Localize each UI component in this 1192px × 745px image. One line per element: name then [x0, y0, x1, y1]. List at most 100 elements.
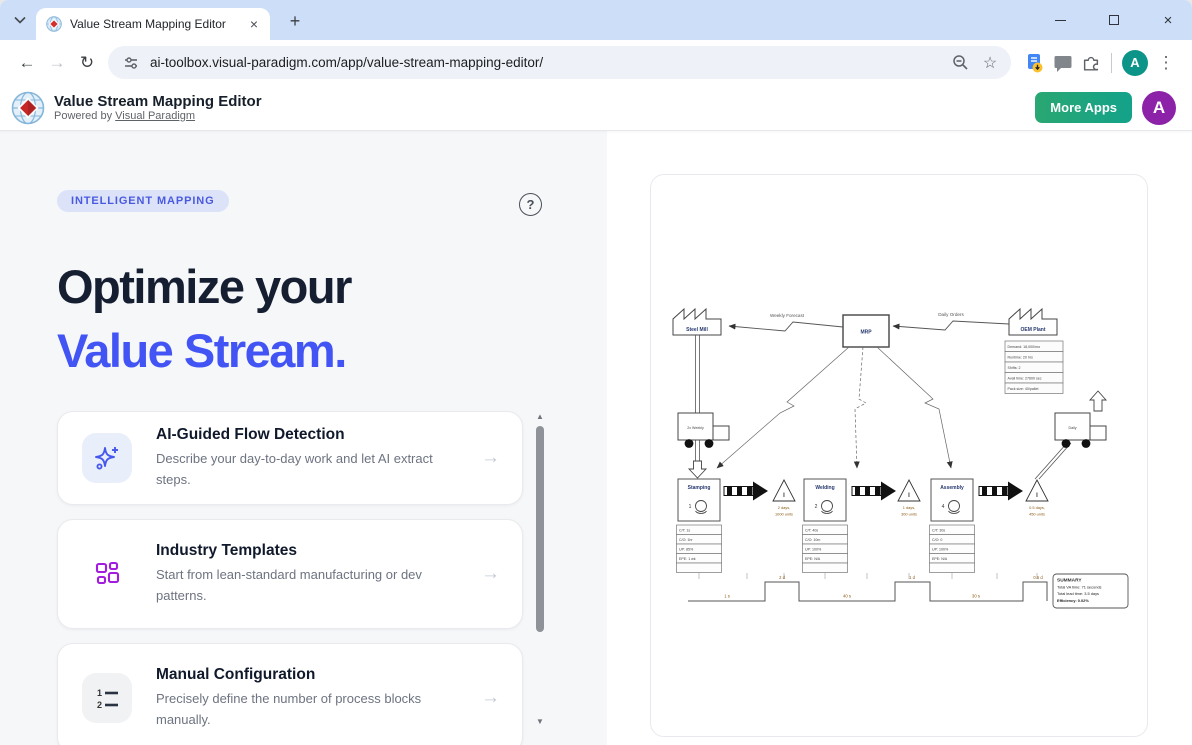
tab-search-button[interactable] — [8, 9, 32, 31]
oem-plant-factory: OEM Plant — [1009, 309, 1057, 335]
card-description: Describe your day-to-day work and let AI… — [156, 449, 457, 489]
browser-menu-icon[interactable]: ⋮ — [1152, 49, 1180, 77]
oem-data-table: Demand: 18,000/mo Runtime: 20 hrs Shifts… — [1005, 341, 1063, 394]
operator-count: 2 — [815, 504, 818, 510]
forward-button[interactable]: → — [42, 48, 72, 78]
weekly-forecast-label: Weekly Forecast — [770, 313, 805, 318]
timeline-value: 40 s — [843, 594, 851, 599]
summary-title: SUMMARY — [1057, 578, 1082, 584]
header-right: More Apps A — [1035, 91, 1176, 125]
inventory-triangle-2: I 1 days, 300 units — [898, 480, 920, 517]
card-ai-guided-flow-detection[interactable]: AI-Guided Flow Detection Describe your d… — [57, 411, 523, 505]
oem-plant-label: OEM Plant — [1020, 327, 1045, 333]
right-shipment-line — [1035, 443, 1071, 479]
push-arrow-into-stamping — [689, 461, 706, 478]
summary-efficiency: Efficiency: 0.02% — [1057, 598, 1089, 603]
feedback-bubble-icon[interactable] — [1049, 49, 1077, 77]
zoom-out-icon[interactable] — [949, 52, 971, 74]
heading-line1: Optimize your — [57, 255, 351, 319]
daily-orders-label: Daily Orders — [938, 312, 964, 317]
toolbar-divider — [1111, 53, 1112, 73]
left-shipment-line — [696, 335, 700, 461]
maximize-button[interactable] — [1104, 10, 1124, 30]
templates-grid-icon — [82, 549, 132, 599]
close-button[interactable]: × — [1158, 10, 1178, 30]
vsm-timeline: 1 s 2 d 40 s 1 d 30 s 0.5 d — [688, 575, 1047, 601]
inventory-triangle-1: I 2 days, 1000 units — [773, 480, 795, 517]
reload-button[interactable]: ↻ — [72, 48, 102, 78]
panel-scrollbar[interactable]: ▲ ▼ — [533, 131, 547, 745]
oem-row: Shifts: 2 — [1008, 366, 1021, 370]
process-name: Assembly — [940, 485, 964, 491]
process-name: Stamping — [688, 485, 711, 491]
timeline-value: 2 d — [779, 575, 785, 580]
extensions-puzzle-icon[interactable] — [1077, 49, 1105, 77]
more-apps-button[interactable]: More Apps — [1035, 92, 1132, 123]
card-industry-templates[interactable]: Industry Templates Start from lean-stand… — [57, 519, 523, 629]
data-row: C/T: 30s — [932, 529, 945, 533]
card-description: Precisely define the number of process b… — [156, 689, 456, 729]
numbered-list-icon: 12 — [82, 673, 132, 723]
scrollbar-thumb[interactable] — [536, 426, 544, 632]
arrow-right-icon[interactable]: → — [481, 687, 500, 709]
process-name: Welding — [815, 485, 834, 491]
window-controls: × — [1050, 0, 1178, 40]
oem-row: Pack size: 40/pallet — [1008, 387, 1039, 391]
mrp-schedule-arrows — [717, 347, 951, 468]
bookmark-star-icon[interactable]: ☆ — [979, 52, 1001, 74]
mrp-label: MRP — [860, 330, 872, 336]
app-header: Value Stream Mapping Editor Powered by V… — [0, 85, 1192, 131]
summary-va-time: Total VA time: 71 seconds — [1057, 585, 1102, 590]
process-assembly: Assembly 4 — [931, 479, 973, 521]
minimize-button[interactable] — [1050, 10, 1070, 30]
process-stamping: Stamping 1 — [678, 479, 720, 521]
operator-count: 1 — [689, 504, 692, 510]
summary-box: SUMMARY Total VA time: 71 seconds Total … — [1053, 574, 1128, 608]
browser-profile-avatar[interactable]: A — [1122, 50, 1148, 76]
powered-by: Powered by Visual Paradigm — [54, 110, 262, 122]
browser-window: Value Stream Mapping Editor × + × ← → ↻ … — [0, 0, 1192, 745]
back-button[interactable]: ← — [12, 48, 42, 78]
scroll-up-icon[interactable]: ▲ — [533, 412, 547, 421]
minimize-icon — [1055, 20, 1066, 21]
push-arrow-2 — [852, 482, 896, 501]
tab-close-icon[interactable]: × — [246, 16, 262, 32]
oem-row: Demand: 18,000/mo — [1008, 345, 1041, 349]
data-row: C/T: 40s — [805, 529, 818, 533]
data-row: C/O: 10m — [805, 538, 820, 542]
preview-panel: Steel Mill MRP OEM Plant — [607, 131, 1192, 745]
welding-data-table: C/T: 40s C/O: 10m UP: 100% EPE: N/A — [803, 525, 848, 573]
arrow-right-icon[interactable]: → — [481, 447, 500, 469]
summary-lead-time: Total lead time: 3.5 days — [1057, 591, 1099, 596]
favicon-visual-paradigm-icon — [46, 16, 62, 32]
tab-title: Value Stream Mapping Editor — [70, 17, 238, 31]
new-tab-button[interactable]: + — [284, 10, 306, 32]
card-description: Start from lean-standard manufacturing o… — [156, 565, 436, 605]
vsm-diagram: Steel Mill MRP OEM Plant — [651, 175, 1148, 737]
card-text: Manual Configuration Precisely define th… — [156, 666, 457, 729]
reading-list-icon[interactable] — [1021, 49, 1049, 77]
push-arrow-3 — [979, 482, 1023, 501]
data-row: C/O: 1hr — [679, 538, 693, 542]
visual-paradigm-link[interactable]: Visual Paradigm — [115, 110, 195, 122]
app-title-block: Value Stream Mapping Editor Powered by V… — [54, 93, 262, 122]
oem-row: Avail time: 27600 sec — [1008, 377, 1042, 381]
url-text[interactable]: ai-toolbox.visual-paradigm.com/app/value… — [150, 55, 941, 70]
site-settings-icon[interactable] — [120, 52, 142, 74]
daily-orders-arrow: Daily Orders — [893, 312, 1009, 330]
arrow-right-icon[interactable]: → — [481, 563, 500, 585]
vsm-diagram-card: Steel Mill MRP OEM Plant — [650, 174, 1148, 737]
truck-left: 2x Weekly — [678, 413, 729, 448]
user-avatar[interactable]: A — [1142, 91, 1176, 125]
operator-count: 4 — [942, 504, 945, 510]
mrp-box: MRP — [843, 315, 889, 347]
timeline-value: 1 s — [724, 594, 730, 599]
browser-tab[interactable]: Value Stream Mapping Editor × — [36, 8, 270, 40]
scroll-down-icon[interactable]: ▼ — [533, 717, 547, 726]
address-bar[interactable]: ai-toolbox.visual-paradigm.com/app/value… — [108, 46, 1011, 79]
data-row: C/O: 0 — [932, 538, 942, 542]
inventory-units: 300 units — [901, 512, 917, 517]
inventory-days: 1 days, — [903, 505, 916, 510]
card-manual-configuration[interactable]: 12 Manual Configuration Precisely define… — [57, 643, 523, 745]
data-row: C/T: 1s — [679, 529, 690, 533]
